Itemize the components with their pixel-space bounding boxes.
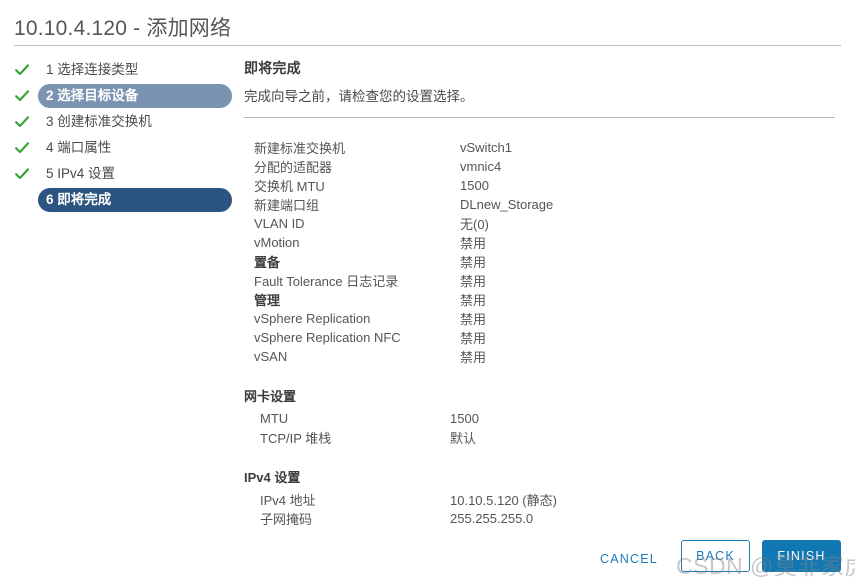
- summary-row: vMotion 禁用: [254, 233, 842, 252]
- summary-sections: 网卡设置 MTU 1500 TCP/IP 堆栈 默认 IPv4 设置 IPv4 地址 10.1…: [244, 386, 842, 528]
- summary-row: 交换机 MTU 1500: [254, 176, 842, 195]
- summary-label: 交换机 MTU: [254, 179, 325, 194]
- section-heading: IPv4 设置: [244, 470, 301, 485]
- wizard-step-label: 6 即将完成: [38, 188, 232, 212]
- wizard-step-label: 4 端口属性: [46, 140, 112, 155]
- summary-value: 禁用: [460, 236, 487, 251]
- summary-row: IPv4 地址 10.10.5.120 (静态): [244, 490, 842, 509]
- summary-value: 禁用: [460, 293, 487, 308]
- summary-list: 新建标准交换机 vSwitch1 分配的适配器 vmnic4 交换机 MTU 1500 新建…: [254, 138, 842, 366]
- summary-label: 管理: [254, 293, 281, 308]
- summary-value: vSwitch1: [460, 140, 513, 155]
- summary-row: VLAN ID 无(0): [254, 214, 842, 233]
- wizard-step-5[interactable]: 5 IPv4 设置: [14, 162, 234, 186]
- summary-row: vSphere Replication NFC 禁用: [254, 328, 842, 347]
- wizard-step-2[interactable]: 2 选择目标设备: [14, 84, 234, 108]
- summary-value: 默认: [450, 431, 477, 446]
- summary-value: 禁用: [460, 274, 487, 289]
- summary-row: 新建标准交换机 vSwitch1: [254, 138, 842, 157]
- summary-label: TCP/IP 堆栈: [260, 431, 332, 446]
- check-icon: [14, 114, 30, 130]
- summary-value: 禁用: [460, 350, 487, 365]
- summary-label: MTU: [260, 411, 289, 426]
- summary-label: 子网掩码: [260, 512, 313, 527]
- wizard-step-4[interactable]: 4 端口属性: [14, 136, 234, 160]
- check-icon: [14, 88, 30, 104]
- summary-label: 置备: [254, 255, 281, 270]
- summary-value: 无(0): [460, 217, 489, 232]
- summary-row: MTU 1500: [244, 409, 842, 428]
- summary-label: Fault Tolerance 日志记录: [254, 274, 399, 289]
- summary-section: IPv4 设置 IPv4 地址 10.10.5.120 (静态) 子网掩码 255.25…: [244, 467, 842, 528]
- header-divider: [14, 45, 841, 46]
- check-icon: [14, 62, 30, 78]
- summary-label: VLAN ID: [254, 216, 305, 231]
- check-icon: [14, 166, 30, 182]
- wizard-step-6[interactable]: 6 即将完成: [14, 188, 234, 212]
- summary-label: 新建端口组: [254, 198, 320, 213]
- back-button[interactable]: BACK: [681, 540, 750, 572]
- summary-value: vmnic4: [460, 159, 502, 174]
- main-content: 即将完成 完成向导之前，请检查您的设置选择。 新建标准交换机 vSwitch1 分配…: [244, 58, 842, 528]
- page-subtitle: 完成向导之前，请检查您的设置选择。: [244, 89, 474, 104]
- summary-row: vSphere Replication 禁用: [254, 309, 842, 328]
- summary-value: 禁用: [460, 312, 487, 327]
- summary-label: vSphere Replication NFC: [254, 330, 401, 345]
- check-icon: [14, 140, 30, 156]
- summary-label: vSphere Replication: [254, 311, 371, 326]
- cancel-button[interactable]: CANCEL: [592, 546, 666, 572]
- page-title: 即将完成: [244, 60, 301, 76]
- summary-value: 1500: [450, 411, 479, 426]
- dialog-footer: CANCEL BACK FINISH: [0, 536, 855, 582]
- content-divider: [244, 117, 835, 118]
- summary-row: 子网掩码 255.255.255.0: [244, 509, 842, 528]
- summary-row: 分配的适配器 vmnic4: [254, 157, 842, 176]
- summary-label: IPv4 地址: [260, 493, 316, 508]
- wizard-step-label: 5 IPv4 设置: [46, 166, 116, 181]
- summary-value: 1500: [460, 178, 489, 193]
- summary-label: vMotion: [254, 235, 300, 250]
- summary-label: vSAN: [254, 349, 288, 364]
- summary-row: 新建端口组 DLnew_Storage: [254, 195, 842, 214]
- summary-row: 置备 禁用: [254, 252, 842, 271]
- dialog-title: 10.10.4.120 - 添加网络: [14, 17, 232, 40]
- wizard-step-label: 3 创建标准交换机: [46, 114, 152, 129]
- wizard-step-label: 2 选择目标设备: [38, 84, 232, 108]
- finish-button[interactable]: FINISH: [762, 540, 841, 572]
- summary-value: 10.10.5.120 (静态): [450, 493, 557, 508]
- section-heading: 网卡设置: [244, 389, 297, 404]
- summary-label: 新建标准交换机: [254, 141, 346, 156]
- summary-value: 禁用: [460, 331, 487, 346]
- summary-row: Fault Tolerance 日志记录 禁用: [254, 271, 842, 290]
- summary-label: 分配的适配器: [254, 160, 333, 175]
- summary-row: vSAN 禁用: [254, 347, 842, 366]
- summary-row: TCP/IP 堆栈 默认: [244, 428, 842, 447]
- wizard-step-label: 1 选择连接类型: [46, 62, 139, 77]
- wizard-step-3[interactable]: 3 创建标准交换机: [14, 110, 234, 134]
- summary-value: 255.255.255.0: [450, 511, 534, 526]
- wizard-step-1[interactable]: 1 选择连接类型: [14, 58, 234, 82]
- summary-value: DLnew_Storage: [460, 197, 554, 212]
- summary-value: 禁用: [460, 255, 487, 270]
- wizard-steps: 1 选择连接类型 2 选择目标设备 3 创建标准交换机 4 端口属性 5 IPv4 设置…: [14, 58, 234, 214]
- summary-row: 管理 禁用: [254, 290, 842, 309]
- summary-section: 网卡设置 MTU 1500 TCP/IP 堆栈 默认: [244, 386, 842, 447]
